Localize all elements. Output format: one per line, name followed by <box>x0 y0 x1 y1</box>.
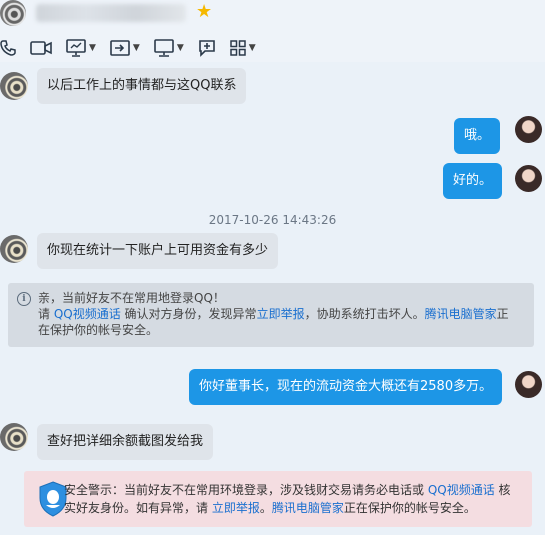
chat-header: ★ ▼ ▼ ▼ ▼ <box>0 0 545 62</box>
message-bubble-incoming: 你现在统计一下账户上可用资金有多少 <box>37 233 279 269</box>
contact-avatar[interactable] <box>0 235 28 263</box>
pc-manager-link[interactable]: 腾讯电脑管家 <box>272 501 344 515</box>
qq-video-call-link[interactable]: QQ视频通话 <box>428 483 495 497</box>
pc-manager-link[interactable]: 腾讯电脑管家 <box>425 307 497 321</box>
contact-avatar[interactable] <box>0 423 28 451</box>
security-warning: 安全警示：当前好友不在常用环境登录，涉及钱财交易请务必电话或 QQ视频通话 核 … <box>24 471 532 527</box>
notice-line-3: 在保护你的帐号安全。 <box>38 323 159 337</box>
remote-desktop-icon[interactable]: ▼ <box>154 38 184 58</box>
chevron-down-icon[interactable]: ▼ <box>89 38 96 58</box>
chat-toolbar: ▼ ▼ ▼ ▼ <box>0 36 270 60</box>
notice-line-1: 亲，当前好友不在常用地登录QQ！ <box>38 291 225 305</box>
chevron-down-icon[interactable]: ▼ <box>133 38 140 58</box>
contact-avatar[interactable] <box>0 72 28 100</box>
message-bubble-incoming: 查好把详细余额截图发给我 <box>37 424 214 460</box>
apps-icon[interactable]: ▼ <box>230 38 256 58</box>
warning-line-2: 实好友身份。如有异常，请 立即举报。腾讯电脑管家正在保护你的帐号安全。 <box>64 501 476 515</box>
phone-icon[interactable] <box>0 40 16 56</box>
message-timestamp: 2017-10-26 14:43:26 <box>208 213 337 227</box>
add-chat-icon[interactable] <box>198 39 216 57</box>
chevron-down-icon[interactable]: ▼ <box>177 38 184 58</box>
message-bubble-incoming: 以后工作上的事情都与这QQ联系 <box>37 68 247 104</box>
report-link[interactable]: 立即举报 <box>212 501 260 515</box>
security-notice: i 亲，当前好友不在常用地登录QQ！ 请 QQ视频通话 确认对方身份，发现异常立… <box>8 283 534 347</box>
message-bubble-outgoing: 好的。 <box>443 163 503 199</box>
chevron-down-icon[interactable]: ▼ <box>249 38 256 58</box>
user-avatar[interactable] <box>515 371 542 398</box>
qq-video-call-link[interactable]: QQ视频通话 <box>54 307 121 321</box>
contact-name-blurred <box>36 4 186 22</box>
warning-line-1: 安全警示：当前好友不在常用环境登录，涉及钱财交易请务必电话或 QQ视频通话 核 <box>64 483 511 497</box>
message-bubble-outgoing: 哦。 <box>454 118 501 154</box>
user-avatar[interactable] <box>515 116 542 143</box>
star-icon: ★ <box>196 1 213 22</box>
notice-line-2: 请 QQ视频通话 确认对方身份，发现异常立即举报，协助系统打击坏人。腾讯电脑管家… <box>38 307 509 321</box>
user-avatar[interactable] <box>515 165 542 192</box>
message-bubble-outgoing: 你好董事长，现在的流动资金大概还有2580多万。 <box>189 369 503 405</box>
contact-avatar[interactable] <box>0 0 26 26</box>
video-icon[interactable] <box>30 40 52 56</box>
screen-share-icon[interactable]: ▼ <box>66 38 96 58</box>
report-link[interactable]: 立即举报 <box>257 307 305 321</box>
info-icon: i <box>17 292 31 306</box>
transfer-icon[interactable]: ▼ <box>110 38 140 58</box>
